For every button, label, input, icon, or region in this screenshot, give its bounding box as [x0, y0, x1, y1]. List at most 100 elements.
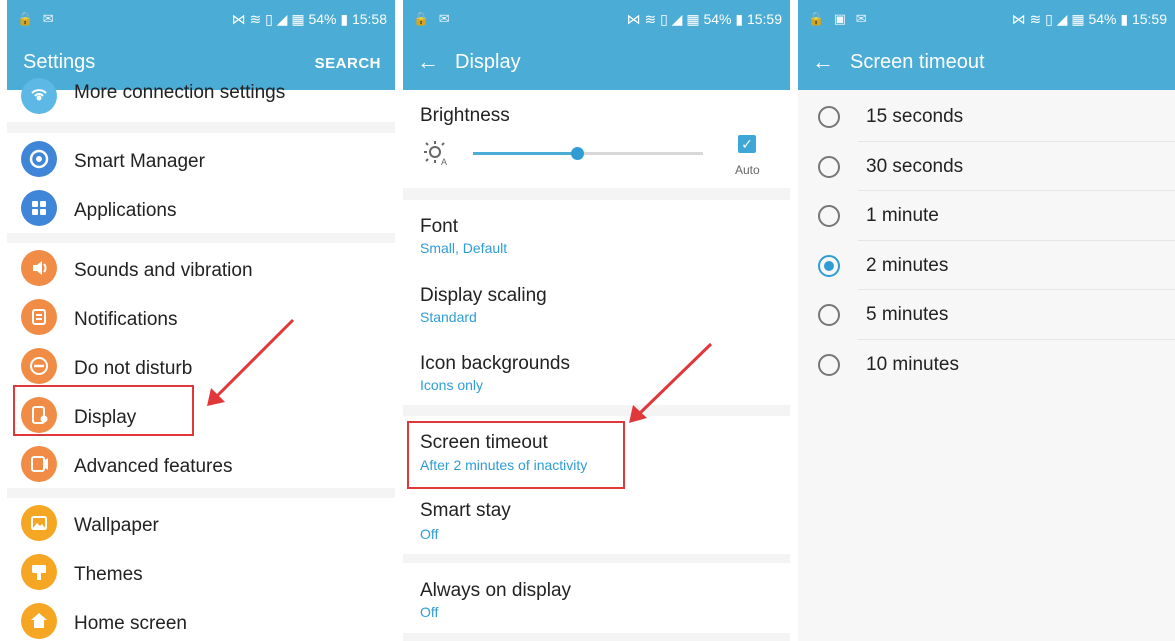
settings-item-advanced[interactable]: Advanced features [7, 442, 395, 486]
display-item-smart-stay[interactable]: Smart stay Off [403, 488, 790, 552]
settings-item-label: Themes [74, 564, 143, 585]
display-app-bar: ← Display [403, 35, 790, 90]
back-arrow-icon[interactable]: ← [417, 49, 439, 75]
settings-group-management: Smart Manager Applications [7, 133, 395, 233]
display-item-value: Standard [420, 309, 477, 325]
timeout-app-bar: ← Screen timeout [798, 35, 1175, 90]
settings-item-sounds[interactable]: Sounds and vibration [7, 246, 395, 290]
display-item-value: Icons only [420, 377, 484, 393]
settings-item-label: More connection settings [74, 82, 286, 103]
settings-item-themes[interactable]: Themes [7, 550, 395, 594]
timeout-option-label: 5 minutes [866, 304, 949, 325]
status-left-icons: 🔒 ▣ ✉ [808, 11, 870, 26]
settings-item-label: Applications [74, 200, 177, 221]
back-arrow-icon[interactable]: ← [812, 49, 834, 75]
advanced-features-icon [21, 446, 57, 482]
home-icon [21, 603, 57, 639]
timeout-option[interactable]: 1 minute [798, 191, 1175, 241]
status-left-icons: 🔒 ✉ [17, 11, 57, 26]
brightness-auto-icon: A [423, 140, 451, 171]
radio-button[interactable] [818, 106, 840, 128]
display-options-card: Font Small, Default Display scaling Stan… [403, 200, 790, 405]
display-item-label: Always on display [420, 580, 572, 601]
display-item-scaling[interactable]: Display scaling Standard [403, 269, 790, 337]
settings-group-device: Sounds and vibration Notifications Do no… [7, 243, 395, 488]
timeout-option[interactable]: 2 minutes [798, 241, 1175, 290]
smart-manager-icon [21, 141, 57, 177]
wallpaper-icon [21, 505, 57, 541]
display-item-label: Font [420, 216, 459, 237]
auto-checkbox[interactable]: ✓ [738, 135, 756, 153]
settings-item-label: Notifications [74, 309, 178, 330]
display-highlight-box [13, 385, 194, 436]
status-bar: 🔒 ▣ ✉ ⋈ ≋ ▯ ◢ ▦ 54% ▮ 15:59 [798, 0, 1175, 35]
apps-icon [21, 190, 57, 226]
status-right-icons: ⋈ ≋ ▯ ◢ ▦ 54% ▮ 15:58 [231, 11, 387, 27]
brightness-slider-fill [473, 152, 577, 155]
display-item-label: Smart stay [420, 500, 511, 521]
search-button[interactable]: SEARCH [315, 55, 381, 72]
timeout-options-list: 15 seconds 30 seconds 1 minute 2 minutes 5 m… [798, 92, 1175, 392]
settings-item-more-connection[interactable]: More connection settings [7, 78, 395, 122]
brightness-slider-thumb[interactable] [570, 147, 584, 160]
timeout-option-label: 2 minutes [866, 254, 949, 276]
settings-group-personal: Wallpaper Themes Home screen [7, 498, 395, 641]
settings-item-notifications[interactable]: Notifications [7, 295, 395, 339]
radio-button[interactable] [818, 254, 840, 277]
display-item-value: Small, Default [420, 240, 508, 256]
page-title: Display [455, 51, 521, 73]
settings-item-home-screen[interactable]: Home screen [7, 599, 395, 641]
screen-timeout-highlight-box [407, 421, 625, 489]
svg-text:A: A [441, 157, 447, 166]
settings-item-label: Sounds and vibration [74, 260, 253, 281]
timeout-option-label: 15 seconds [866, 106, 964, 127]
radio-button[interactable] [818, 205, 840, 227]
brightness-label: Brightness [420, 105, 510, 126]
do-not-disturb-icon [21, 348, 57, 384]
settings-screen: 🔒 ✉ ⋈ ≋ ▯ ◢ ▦ 54% ▮ 15:58 Settings SEARC… [7, 0, 395, 641]
timeout-option[interactable]: 5 minutes [798, 290, 1175, 340]
display-item-always-on[interactable]: Always on display Off [403, 563, 790, 633]
status-right-icons: ⋈ ≋ ▯ ◢ ▦ 54% ▮ 15:59 [1011, 11, 1167, 27]
settings-item-label: Wallpaper [74, 515, 159, 536]
settings-item-smart-manager[interactable]: Smart Manager [7, 137, 395, 181]
volume-icon [21, 250, 57, 286]
display-screen: 🔒 ✉ ⋈ ≋ ▯ ◢ ▦ 54% ▮ 15:59 ← Display Brig… [403, 0, 790, 641]
status-bar: 🔒 ✉ ⋈ ≋ ▯ ◢ ▦ 54% ▮ 15:58 [7, 0, 395, 35]
settings-item-label: Do not disturb [74, 358, 193, 379]
display-item-icon-backgrounds[interactable]: Icon backgrounds Icons only [403, 337, 790, 405]
status-left-icons: 🔒 ✉ [413, 11, 453, 26]
screen-timeout-screen: 🔒 ▣ ✉ ⋈ ≋ ▯ ◢ ▦ 54% ▮ 15:59 ← Screen tim… [798, 0, 1175, 641]
settings-item-applications[interactable]: Applications [7, 186, 395, 230]
timeout-option-label: 30 seconds [866, 155, 964, 177]
status-right-icons: ⋈ ≋ ▯ ◢ ▦ 54% ▮ 15:59 [626, 11, 782, 27]
timeout-option[interactable]: 30 seconds [798, 142, 1175, 191]
settings-item-label: Home screen [74, 613, 187, 634]
display-aod-card: Always on display Off [403, 563, 790, 633]
timeout-option-label: 1 minute [866, 205, 939, 226]
radio-button[interactable] [818, 353, 840, 376]
brightness-slider-track[interactable] [473, 147, 703, 160]
timeout-option[interactable]: 15 seconds [798, 92, 1175, 142]
themes-icon [21, 554, 57, 590]
auto-label: Auto [735, 163, 760, 177]
notifications-icon [21, 299, 57, 335]
settings-group-connections: More connection settings [7, 78, 395, 122]
timeout-option-label: 10 minutes [866, 353, 959, 375]
display-item-value: Off [420, 526, 439, 542]
brightness-card: Brightness A ✓ Auto [403, 90, 790, 188]
settings-item-label: Smart Manager [74, 151, 205, 172]
radio-button[interactable] [818, 304, 840, 326]
timeout-option[interactable]: 10 minutes [798, 340, 1175, 390]
settings-item-do-not-disturb[interactable]: Do not disturb [7, 344, 395, 388]
settings-item-label: Advanced features [74, 456, 233, 477]
display-item-font[interactable]: Font Small, Default [403, 200, 790, 268]
wifi-icon [21, 78, 57, 114]
radio-button[interactable] [818, 155, 840, 178]
page-title: Settings [23, 51, 96, 73]
settings-item-wallpaper[interactable]: Wallpaper [7, 501, 395, 545]
display-item-label: Icon backgrounds [420, 353, 570, 374]
display-item-value: Off [420, 604, 439, 620]
status-bar: 🔒 ✉ ⋈ ≋ ▯ ◢ ▦ 54% ▮ 15:59 [403, 0, 790, 35]
page-title: Screen timeout [850, 51, 985, 73]
